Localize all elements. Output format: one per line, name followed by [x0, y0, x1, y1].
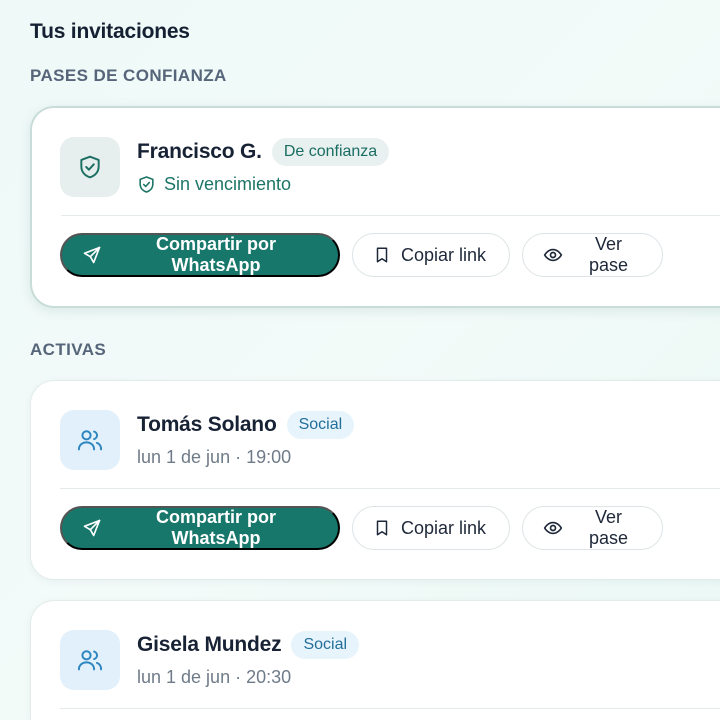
- type-badge: Social: [291, 631, 360, 659]
- divider: [61, 215, 720, 216]
- send-icon: [82, 245, 102, 265]
- users-icon: [76, 426, 104, 454]
- name-row: Gisela Mundez Social: [137, 631, 360, 659]
- name-row: Francisco G. De confianza: [137, 138, 390, 166]
- copy-link-button[interactable]: Copiar link: [352, 233, 510, 277]
- invitation-card: Gisela Mundez Social lun 1 de jun · 20:3…: [30, 600, 720, 720]
- eye-icon: [543, 245, 563, 265]
- share-label: Compartir por WhatsApp: [155, 234, 276, 275]
- send-icon: [82, 518, 102, 538]
- copy-link-button[interactable]: Copiar link: [352, 506, 510, 550]
- invitation-card: Tomás Solano Social lun 1 de jun · 19:00…: [30, 380, 720, 580]
- bookmark-icon: [373, 519, 391, 537]
- avatar-users: [60, 630, 120, 690]
- expiry-text: Sin vencimiento: [164, 174, 292, 194]
- view-label: Ver pase: [588, 507, 629, 548]
- status-badge: De confianza: [271, 138, 390, 166]
- avatar-shield: [60, 137, 120, 197]
- shield-check-icon: [77, 154, 103, 180]
- bookmark-icon: [373, 246, 391, 264]
- divider: [60, 488, 720, 489]
- shield-check-icon: [137, 175, 156, 194]
- divider: [60, 708, 720, 709]
- date-time-text: lun 1 de jun · 20:30: [137, 667, 292, 687]
- copy-label: Copiar link: [401, 244, 487, 265]
- view-pass-button[interactable]: Ver pase: [522, 233, 663, 277]
- view-pass-button[interactable]: Ver pase: [522, 506, 663, 550]
- date-time-text: lun 1 de jun · 19:00: [137, 447, 292, 467]
- users-icon: [76, 646, 104, 674]
- guest-name: Gisela Mundez: [137, 633, 282, 656]
- type-badge: Social: [286, 411, 355, 439]
- expiry-info: Sin vencimiento: [137, 174, 291, 195]
- card-actions: Compartir por WhatsApp Copiar link Ver p…: [60, 506, 663, 550]
- page-title: Tus invitaciones: [30, 20, 190, 43]
- section-label-trusted: PASES DE CONFIANZA: [30, 66, 227, 85]
- card-actions: Compartir por WhatsApp Copiar link Ver p…: [60, 233, 663, 277]
- name-row: Tomás Solano Social: [137, 411, 355, 439]
- guest-name: Francisco G.: [137, 140, 262, 163]
- trusted-pass-card: Francisco G. De confianza Sin vencimient…: [30, 106, 720, 308]
- date-time: lun 1 de jun · 19:00: [137, 447, 291, 468]
- share-whatsapp-button[interactable]: Compartir por WhatsApp: [60, 233, 340, 277]
- view-label: Ver pase: [588, 234, 629, 275]
- copy-label: Copiar link: [401, 517, 487, 538]
- guest-name: Tomás Solano: [137, 413, 277, 436]
- share-whatsapp-button[interactable]: Compartir por WhatsApp: [60, 506, 340, 550]
- eye-icon: [543, 518, 563, 538]
- date-time: lun 1 de jun · 20:30: [137, 667, 291, 688]
- share-label: Compartir por WhatsApp: [155, 507, 276, 548]
- section-label-active: ACTIVAS: [30, 340, 107, 359]
- avatar-users: [60, 410, 120, 470]
